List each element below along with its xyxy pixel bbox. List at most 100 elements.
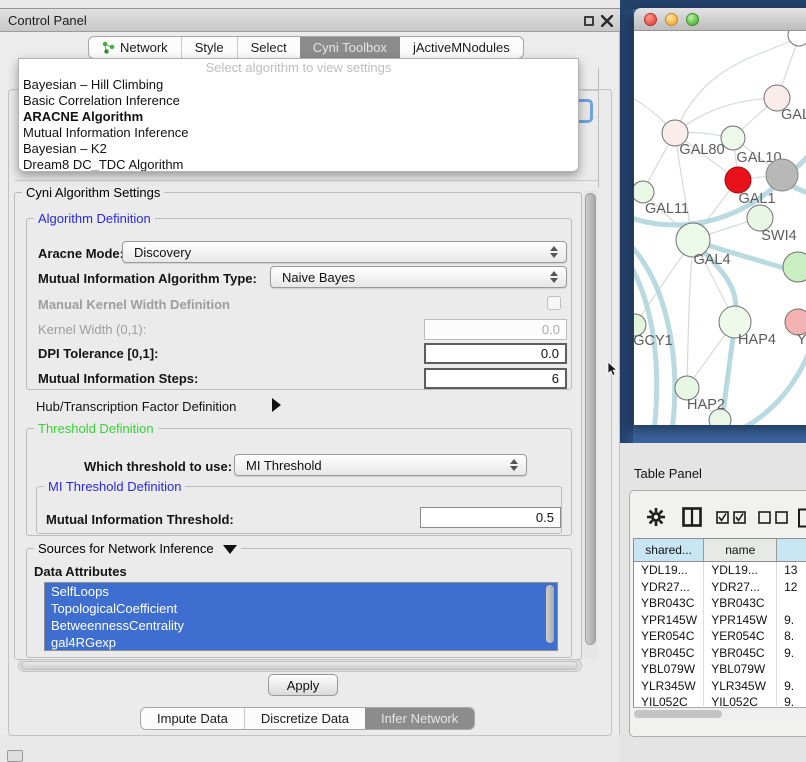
network-node-gal11[interactable] [634, 181, 654, 203]
table-hscrollbar-thumb[interactable] [634, 710, 722, 718]
algorithm-option[interactable]: Mutual Information Inference [19, 125, 578, 141]
mi-steps-value: 6 [552, 371, 559, 386]
tab-select[interactable]: Select [237, 37, 300, 58]
table-row[interactable]: YBL079WYBL079W [634, 661, 806, 678]
data-attributes-list[interactable]: SelfLoopsTopologicalCoefficientBetweenne… [44, 582, 558, 651]
node-table[interactable]: shared...name YDL19...YDL19...13YDR27...… [633, 538, 806, 719]
table-row[interactable]: YDR27...YDR27...12 [634, 579, 806, 596]
table-row[interactable]: YER054CYER054C8. [634, 628, 806, 645]
select-all-checkboxes-icon[interactable] [716, 511, 747, 524]
hub-definition-label[interactable]: Hub/Transcription Factor Definition [36, 399, 236, 414]
gear-icon[interactable] [646, 507, 666, 527]
column-header[interactable]: name [704, 539, 777, 561]
mi-steps-field[interactable]: 6 [424, 368, 567, 389]
mi-type-combo[interactable]: Naive Bayes [270, 266, 567, 288]
bottom-tabbar: Impute DataDiscretize DataInfer Network [140, 707, 475, 730]
sources-title[interactable]: Sources for Network Inference [34, 541, 241, 556]
collapse-down-icon[interactable] [223, 545, 237, 554]
network-node[interactable] [783, 252, 806, 282]
table-cell: YBL079W [634, 661, 704, 678]
mi-threshold-group-title: MI Threshold Definition [44, 479, 185, 494]
network-node[interactable] [766, 159, 798, 191]
close-traffic-light-icon[interactable] [644, 13, 657, 26]
network-edge-thick[interactable] [738, 339, 806, 425]
table-row[interactable]: YIL052CYIL052C9. [634, 694, 806, 706]
table-cell [777, 595, 806, 612]
column-header[interactable]: shared... [634, 539, 704, 561]
which-threshold-combo[interactable]: MI Threshold [234, 454, 527, 476]
network-node-label: GAL11 [645, 201, 689, 217]
network-node[interactable] [788, 31, 806, 46]
tab-style[interactable]: Style [181, 37, 237, 58]
data-attributes-label: Data Attributes [34, 564, 127, 579]
tab-label: Cyni Toolbox [313, 40, 387, 55]
zoom-traffic-light-icon[interactable] [686, 13, 699, 26]
tab-label: Network [120, 40, 168, 55]
tab-jactivemnodules[interactable]: jActiveMNodules [400, 37, 523, 58]
table-cell: YBR045C [634, 645, 704, 662]
table-row[interactable]: YBR045CYBR045C9. [634, 645, 806, 662]
file-icon[interactable] [797, 508, 806, 528]
network-node-gal10[interactable] [721, 126, 745, 150]
attribute-item-selected[interactable]: BetweennessCentrality [45, 617, 557, 634]
manual-kernel-label: Manual Kernel Width Definition [38, 297, 230, 312]
algorithm-option[interactable]: ARACNE Algorithm [19, 109, 578, 125]
which-threshold-value: MI Threshold [246, 458, 322, 473]
tab-network[interactable]: Network [89, 37, 181, 58]
algorithm-dropdown-items: Bayesian – Hill ClimbingBasic Correlatio… [19, 77, 578, 172]
dpi-tolerance-value: 0.0 [541, 346, 559, 361]
attribute-item-selected[interactable]: TopologicalCoefficient [45, 600, 557, 617]
apply-button[interactable]: Apply [268, 674, 338, 696]
table-row[interactable]: YLR345WYLR345W9. [634, 678, 806, 695]
mi-type-label: Mutual Information Algorithm Type: [38, 271, 257, 286]
tab-discretize-data[interactable]: Discretize Data [244, 708, 365, 729]
table-header: shared...name [634, 539, 806, 562]
network-node-gal1[interactable] [725, 167, 751, 193]
table-panel-title: Table Panel [634, 466, 702, 481]
expand-right-icon[interactable] [272, 398, 281, 412]
network-canvas[interactable]: GALGAL80GAL10GAL1SWI4GAL11GAL4GCY1HAP4YH… [634, 31, 806, 425]
column-header[interactable] [777, 539, 806, 561]
minimized-panel-icon[interactable] [7, 750, 23, 762]
network-node-label: HAP4 [738, 332, 776, 348]
aracne-mode-combo[interactable]: Discovery [122, 241, 567, 263]
network-node-label: GAL [781, 107, 806, 123]
manual-kernel-checkbox[interactable] [547, 296, 561, 310]
dpi-tolerance-field[interactable]: 0.0 [424, 343, 567, 364]
mi-threshold-field[interactable]: 0.5 [420, 507, 561, 528]
algorithm-option[interactable]: Basic Correlation Inference [19, 93, 578, 109]
table-row[interactable]: YBR043CYBR043C [634, 595, 806, 612]
algorithm-option[interactable]: Dream8 DC_TDC Algorithm [19, 157, 578, 172]
table-cell: YIL052C [634, 694, 704, 706]
tab-label: Select [251, 40, 287, 55]
algorithm-option[interactable]: Bayesian – Hill Climbing [19, 77, 578, 93]
network-edge[interactable] [687, 240, 693, 388]
settings-hscrollbar-thumb[interactable] [21, 661, 578, 670]
table-cell [777, 661, 806, 678]
attribute-item-selected[interactable]: SelfLoops [45, 583, 557, 600]
kernel-width-field[interactable]: 0.0 [424, 319, 567, 340]
attribute-item-selected[interactable]: gal4RGexp [45, 634, 557, 651]
close-icon[interactable] [601, 15, 613, 27]
network-view-window[interactable]: GALGAL80GAL10GAL1SWI4GAL11GAL4GCY1HAP4YH… [634, 8, 806, 425]
network-window-titlebar[interactable] [634, 8, 806, 31]
table-cell: 8. [777, 628, 806, 645]
table-cell: YER054C [634, 628, 704, 645]
tab-infer-network[interactable]: Infer Network [365, 708, 474, 729]
float-window-icon[interactable] [584, 16, 594, 26]
deselect-all-checkboxes-icon[interactable] [758, 511, 789, 524]
tab-impute-data[interactable]: Impute Data [141, 708, 244, 729]
settings-scrollbar-thumb[interactable] [585, 193, 596, 645]
algorithm-option[interactable]: Bayesian – K2 [19, 141, 578, 157]
algorithm-definition-title: Algorithm Definition [34, 211, 155, 226]
network-graph[interactable]: GALGAL80GAL10GAL1SWI4GAL11GAL4GCY1HAP4YH… [634, 31, 806, 425]
attributes-scrollbar[interactable] [546, 585, 554, 643]
focused-combo-fragment[interactable] [578, 99, 593, 123]
columns-icon[interactable] [682, 507, 702, 527]
table-row[interactable]: YDL19...YDL19...13 [634, 562, 806, 579]
minimize-traffic-light-icon[interactable] [665, 13, 678, 26]
table-hscrollbar[interactable] [633, 707, 806, 719]
control-panel-titlebar[interactable]: Control Panel [0, 8, 620, 32]
table-row[interactable]: YPR145WYPR145W9. [634, 612, 806, 629]
tab-cyni-toolbox[interactable]: Cyni Toolbox [300, 37, 400, 58]
